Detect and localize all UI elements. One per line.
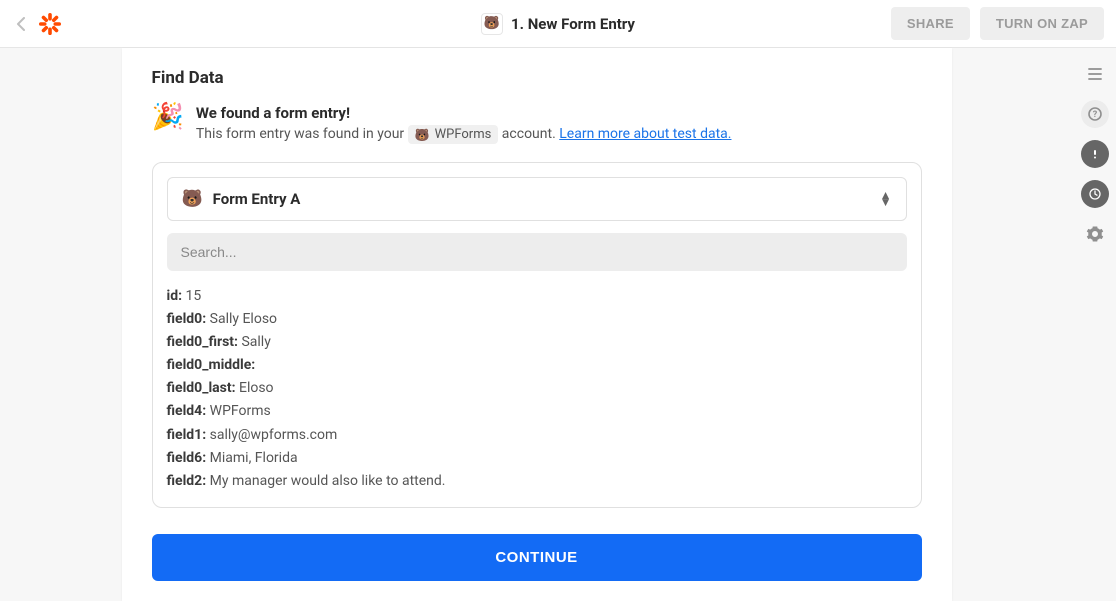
wpforms-chip: 🐻 WPForms (408, 125, 499, 144)
app-icon: 🐻 (481, 13, 503, 35)
main-area: Find Data 🎉 We found a form entry! This … (0, 48, 1073, 601)
field-row: field2: My manager would also like to at… (167, 470, 907, 493)
top-bar: 🐻 1. New Form Entry SHARE TURN ON ZAP (0, 0, 1116, 48)
field-row: field0: Sally Eloso (167, 308, 907, 331)
field-key: field2: (167, 473, 207, 489)
section-title: Find Data (152, 68, 922, 88)
test-data-link[interactable]: Learn more about test data. (559, 126, 731, 142)
field-key: field0_middle: (167, 357, 256, 373)
field-value: Sally Eloso (206, 311, 277, 327)
top-right: SHARE TURN ON ZAP (891, 7, 1104, 40)
found-title: We found a form entry! (196, 104, 732, 122)
field-row: field0_first: Sally (167, 331, 907, 354)
continue-button[interactable]: CONTINUE (152, 534, 922, 581)
field-key: field1: (167, 427, 207, 443)
field-value: 15 (182, 288, 201, 304)
zapier-logo-icon (38, 12, 62, 36)
field-key: field0_first: (167, 334, 238, 350)
found-sub-prefix: This form entry was found in your (196, 126, 408, 142)
field-row: field0_last: Eloso (167, 377, 907, 400)
step-header: 🐻 1. New Form Entry (481, 13, 635, 35)
field-list: id: 15field0: Sally Elosofield0_first: S… (167, 285, 907, 493)
dropdown-app-icon: 🐻 (182, 189, 203, 209)
field-row: field6: Miami, Florida (167, 447, 907, 470)
field-value: My manager would also like to attend. (206, 473, 445, 489)
field-value: Miami, Florida (206, 450, 297, 466)
entry-dropdown[interactable]: 🐻 Form Entry A ▲▼ (167, 177, 907, 221)
main-panel: Find Data 🎉 We found a form entry! This … (122, 48, 952, 601)
wpforms-chip-label: WPForms (435, 127, 492, 142)
data-card: 🐻 Form Entry A ▲▼ id: 15field0: Sally El… (152, 162, 922, 508)
turn-on-zap-button[interactable]: TURN ON ZAP (980, 7, 1104, 40)
field-key: field0: (167, 311, 207, 327)
outline-icon (1086, 65, 1104, 83)
dropdown-label: Form Entry A (213, 190, 301, 208)
wpforms-chip-icon: 🐻 (415, 128, 430, 142)
field-row: id: 15 (167, 285, 907, 308)
field-key: field6: (167, 450, 207, 466)
alert-button[interactable] (1081, 140, 1109, 168)
search-input[interactable] (167, 233, 907, 271)
field-key: field4: (167, 403, 207, 419)
history-button[interactable] (1081, 180, 1109, 208)
field-row: field0_middle: (167, 354, 907, 377)
outline-button[interactable] (1081, 60, 1109, 88)
step-title: 1. New Form Entry (511, 15, 635, 33)
sort-icon: ▲▼ (880, 192, 892, 206)
field-key: field0_last: (167, 380, 236, 396)
top-left (12, 12, 62, 36)
gear-icon (1086, 225, 1104, 243)
help-icon: ? (1088, 107, 1102, 121)
field-row: field4: WPForms (167, 400, 907, 423)
right-rail: ? (1073, 48, 1116, 248)
field-key: id: (167, 288, 183, 304)
back-button[interactable] (12, 15, 30, 33)
svg-text:?: ? (1092, 110, 1097, 120)
field-value: sally@wpforms.com (206, 427, 337, 443)
found-text: We found a form entry! This form entry w… (196, 104, 732, 144)
share-button[interactable]: SHARE (891, 7, 970, 40)
party-icon: 🎉 (152, 104, 184, 130)
field-value: Sally (238, 334, 271, 350)
field-row: field1: sally@wpforms.com (167, 424, 907, 447)
help-button[interactable]: ? (1081, 100, 1109, 128)
chevron-left-icon (16, 17, 26, 31)
field-value: Eloso (236, 380, 274, 396)
found-subtitle: This form entry was found in your 🐻 WPFo… (196, 125, 732, 144)
alert-icon (1088, 147, 1102, 161)
clock-icon (1088, 187, 1102, 201)
field-value: WPForms (206, 403, 271, 419)
dropdown-left: 🐻 Form Entry A (182, 189, 301, 209)
found-row: 🎉 We found a form entry! This form entry… (152, 104, 922, 144)
found-sub-suffix: account. (502, 126, 559, 142)
settings-button[interactable] (1081, 220, 1109, 248)
